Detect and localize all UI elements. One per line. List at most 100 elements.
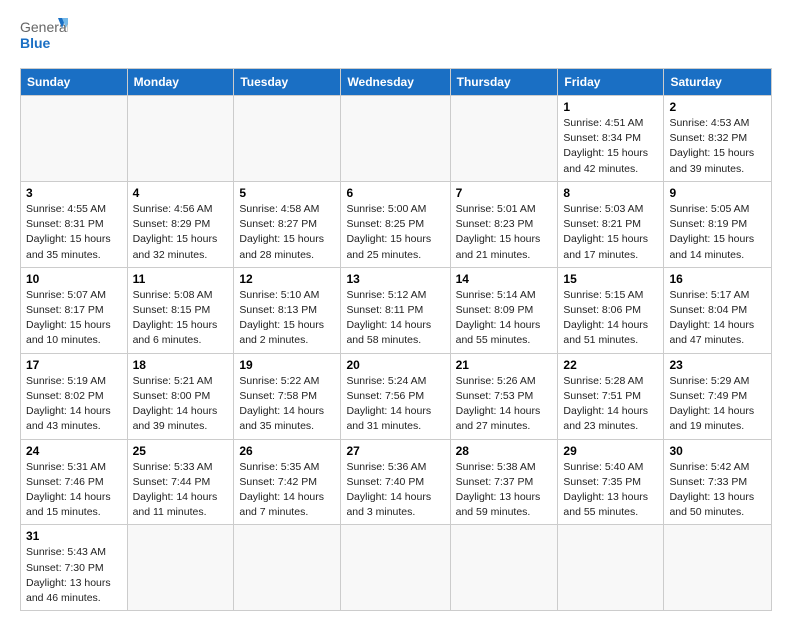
- day-number: 25: [133, 444, 229, 458]
- logo: General Blue: [20, 16, 68, 58]
- calendar-cell: 28Sunrise: 5:38 AM Sunset: 7:37 PM Dayli…: [450, 439, 558, 525]
- day-number: 5: [239, 186, 335, 200]
- day-number: 12: [239, 272, 335, 286]
- calendar-cell: 10 Sunrise: 5:07 AM Sunset: 8:17 PM Dayli…: [21, 267, 128, 353]
- calendar-week-row: 17 Sunrise: 5:19 AM Sunset: 8:02 PM Dayli…: [21, 353, 772, 439]
- calendar-cell: 25 Sunrise: 5:33 AM Sunset: 7:44 PM Dayli…: [127, 439, 234, 525]
- day-number: 4: [133, 186, 229, 200]
- day-number: 10: [26, 272, 122, 286]
- day-info: Sunrise: 5:21 AM Sunset: 8:00 PM Dayligh…: [133, 374, 229, 435]
- calendar-cell: 20 Sunrise: 5:24 AM Sunset: 7:56 PM Dayli…: [341, 353, 450, 439]
- calendar-cell: 14 Sunrise: 5:14 AM Sunset: 8:09 PM Dayli…: [450, 267, 558, 353]
- weekday-header-row: SundayMondayTuesdayWednesdayThursdayFrid…: [21, 69, 772, 96]
- calendar-cell: 21Sunrise: 5:26 AM Sunset: 7:53 PM Dayli…: [450, 353, 558, 439]
- day-number: 3: [26, 186, 122, 200]
- day-number: 13: [346, 272, 444, 286]
- page-header: General Blue: [20, 16, 772, 58]
- calendar-cell: [234, 96, 341, 182]
- calendar-week-row: 24Sunrise: 5:31 AM Sunset: 7:46 PM Dayli…: [21, 439, 772, 525]
- day-number: 26: [239, 444, 335, 458]
- day-info: Sunrise: 5:07 AM Sunset: 8:17 PM Dayligh…: [26, 288, 122, 349]
- day-info: Sunrise: 5:40 AM Sunset: 7:35 PM Dayligh…: [563, 460, 658, 521]
- day-info: Sunrise: 4:51 AM Sunset: 8:34 PM Dayligh…: [563, 116, 658, 177]
- day-info: Sunrise: 5:10 AM Sunset: 8:13 PM Dayligh…: [239, 288, 335, 349]
- day-number: 23: [669, 358, 766, 372]
- day-info: Sunrise: 4:56 AM Sunset: 8:29 PM Dayligh…: [133, 202, 229, 263]
- day-number: 22: [563, 358, 658, 372]
- calendar-week-row: 10 Sunrise: 5:07 AM Sunset: 8:17 PM Dayli…: [21, 267, 772, 353]
- day-info: Sunrise: 5:28 AM Sunset: 7:51 PM Dayligh…: [563, 374, 658, 435]
- day-number: 18: [133, 358, 229, 372]
- day-number: 31: [26, 529, 122, 543]
- calendar-cell: 18 Sunrise: 5:21 AM Sunset: 8:00 PM Dayli…: [127, 353, 234, 439]
- weekday-header-friday: Friday: [558, 69, 664, 96]
- day-info: Sunrise: 5:36 AM Sunset: 7:40 PM Dayligh…: [346, 460, 444, 521]
- calendar-cell: 19Sunrise: 5:22 AM Sunset: 7:58 PM Dayli…: [234, 353, 341, 439]
- day-number: 7: [456, 186, 553, 200]
- day-info: Sunrise: 5:05 AM Sunset: 8:19 PM Dayligh…: [669, 202, 766, 263]
- day-info: Sunrise: 5:33 AM Sunset: 7:44 PM Dayligh…: [133, 460, 229, 521]
- weekday-header-saturday: Saturday: [664, 69, 772, 96]
- day-info: Sunrise: 5:14 AM Sunset: 8:09 PM Dayligh…: [456, 288, 553, 349]
- calendar-cell: 5 Sunrise: 4:58 AM Sunset: 8:27 PM Daylig…: [234, 181, 341, 267]
- day-number: 16: [669, 272, 766, 286]
- day-info: Sunrise: 5:19 AM Sunset: 8:02 PM Dayligh…: [26, 374, 122, 435]
- calendar-cell: [450, 525, 558, 611]
- svg-text:Blue: Blue: [20, 35, 51, 51]
- day-info: Sunrise: 5:01 AM Sunset: 8:23 PM Dayligh…: [456, 202, 553, 263]
- calendar-cell: 2 Sunrise: 4:53 AM Sunset: 8:32 PM Daylig…: [664, 96, 772, 182]
- calendar-cell: [21, 96, 128, 182]
- calendar-cell: 27 Sunrise: 5:36 AM Sunset: 7:40 PM Dayli…: [341, 439, 450, 525]
- calendar-cell: 29 Sunrise: 5:40 AM Sunset: 7:35 PM Dayli…: [558, 439, 664, 525]
- calendar-cell: 8 Sunrise: 5:03 AM Sunset: 8:21 PM Daylig…: [558, 181, 664, 267]
- day-number: 28: [456, 444, 553, 458]
- day-number: 2: [669, 100, 766, 114]
- day-number: 6: [346, 186, 444, 200]
- day-number: 30: [669, 444, 766, 458]
- day-info: Sunrise: 4:58 AM Sunset: 8:27 PM Dayligh…: [239, 202, 335, 263]
- day-info: Sunrise: 5:00 AM Sunset: 8:25 PM Dayligh…: [346, 202, 444, 263]
- day-info: Sunrise: 5:24 AM Sunset: 7:56 PM Dayligh…: [346, 374, 444, 435]
- day-number: 17: [26, 358, 122, 372]
- calendar-cell: 12 Sunrise: 5:10 AM Sunset: 8:13 PM Dayli…: [234, 267, 341, 353]
- calendar-cell: 1Sunrise: 4:51 AM Sunset: 8:34 PM Daylig…: [558, 96, 664, 182]
- calendar-week-row: 31 Sunrise: 5:43 AM Sunset: 7:30 PM Dayli…: [21, 525, 772, 611]
- day-number: 15: [563, 272, 658, 286]
- calendar-cell: 26Sunrise: 5:35 AM Sunset: 7:42 PM Dayli…: [234, 439, 341, 525]
- day-info: Sunrise: 5:31 AM Sunset: 7:46 PM Dayligh…: [26, 460, 122, 521]
- day-number: 27: [346, 444, 444, 458]
- day-number: 8: [563, 186, 658, 200]
- calendar-week-row: 3 Sunrise: 4:55 AM Sunset: 8:31 PM Daylig…: [21, 181, 772, 267]
- weekday-header-thursday: Thursday: [450, 69, 558, 96]
- calendar-cell: [127, 525, 234, 611]
- calendar-cell: 22 Sunrise: 5:28 AM Sunset: 7:51 PM Dayli…: [558, 353, 664, 439]
- calendar-cell: [127, 96, 234, 182]
- day-info: Sunrise: 4:53 AM Sunset: 8:32 PM Dayligh…: [669, 116, 766, 177]
- calendar-cell: [234, 525, 341, 611]
- calendar-cell: 17 Sunrise: 5:19 AM Sunset: 8:02 PM Dayli…: [21, 353, 128, 439]
- day-info: Sunrise: 5:42 AM Sunset: 7:33 PM Dayligh…: [669, 460, 766, 521]
- calendar-cell: [450, 96, 558, 182]
- calendar-cell: 30 Sunrise: 5:42 AM Sunset: 7:33 PM Dayli…: [664, 439, 772, 525]
- weekday-header-wednesday: Wednesday: [341, 69, 450, 96]
- day-info: Sunrise: 5:26 AM Sunset: 7:53 PM Dayligh…: [456, 374, 553, 435]
- weekday-header-monday: Monday: [127, 69, 234, 96]
- calendar-cell: 16Sunrise: 5:17 AM Sunset: 8:04 PM Dayli…: [664, 267, 772, 353]
- calendar-cell: [664, 525, 772, 611]
- calendar-cell: 23Sunrise: 5:29 AM Sunset: 7:49 PM Dayli…: [664, 353, 772, 439]
- day-number: 14: [456, 272, 553, 286]
- day-number: 29: [563, 444, 658, 458]
- calendar-cell: 11Sunrise: 5:08 AM Sunset: 8:15 PM Dayli…: [127, 267, 234, 353]
- calendar-cell: 15Sunrise: 5:15 AM Sunset: 8:06 PM Dayli…: [558, 267, 664, 353]
- calendar-cell: [558, 525, 664, 611]
- weekday-header-tuesday: Tuesday: [234, 69, 341, 96]
- calendar-cell: 4 Sunrise: 4:56 AM Sunset: 8:29 PM Daylig…: [127, 181, 234, 267]
- day-number: 20: [346, 358, 444, 372]
- day-info: Sunrise: 5:03 AM Sunset: 8:21 PM Dayligh…: [563, 202, 658, 263]
- day-info: Sunrise: 5:43 AM Sunset: 7:30 PM Dayligh…: [26, 545, 122, 606]
- day-info: Sunrise: 4:55 AM Sunset: 8:31 PM Dayligh…: [26, 202, 122, 263]
- day-info: Sunrise: 5:08 AM Sunset: 8:15 PM Dayligh…: [133, 288, 229, 349]
- day-number: 19: [239, 358, 335, 372]
- day-info: Sunrise: 5:12 AM Sunset: 8:11 PM Dayligh…: [346, 288, 444, 349]
- calendar-cell: 31 Sunrise: 5:43 AM Sunset: 7:30 PM Dayli…: [21, 525, 128, 611]
